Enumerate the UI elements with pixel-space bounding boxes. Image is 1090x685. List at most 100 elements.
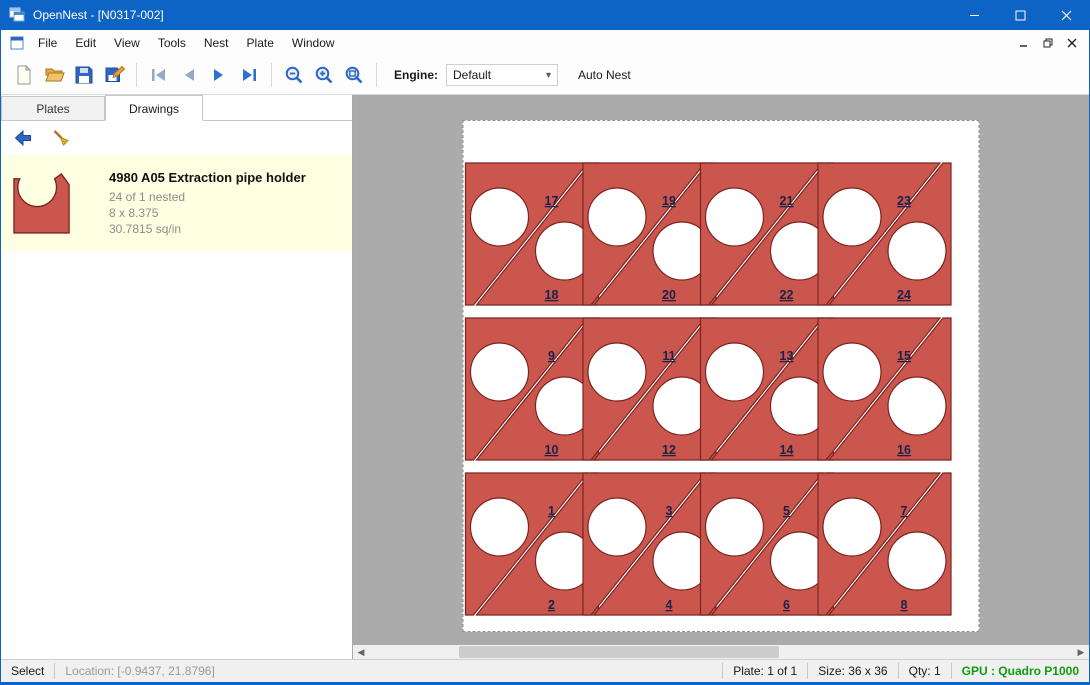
nest-part-label: 14 bbox=[780, 443, 794, 457]
nest-part-label: 22 bbox=[780, 288, 794, 302]
status-size: Size: 36 x 36 bbox=[808, 664, 897, 678]
nest-part-label: 15 bbox=[897, 349, 911, 363]
nest-part-label: 24 bbox=[897, 288, 911, 302]
chevron-down-icon: ▾ bbox=[546, 70, 551, 81]
tab-plates[interactable]: Plates bbox=[1, 96, 105, 120]
auto-nest-label[interactable]: Auto Nest bbox=[578, 68, 631, 82]
part-pipe-hole bbox=[588, 498, 646, 556]
menu-item-nest[interactable]: Nest bbox=[195, 30, 238, 56]
menubar: File Edit View Tools Nest Plate Window bbox=[1, 30, 1089, 56]
broom-icon bbox=[51, 128, 71, 148]
status-plate: Plate: 1 of 1 bbox=[723, 664, 807, 678]
toolbar-separator bbox=[376, 63, 377, 87]
drawings-toolbar bbox=[1, 121, 352, 155]
scroll-thumb[interactable] bbox=[459, 646, 779, 658]
save-button[interactable] bbox=[69, 60, 99, 90]
prev-plate-button[interactable] bbox=[174, 60, 204, 90]
horizontal-scrollbar[interactable]: ◀ ▶ bbox=[353, 645, 1089, 659]
close-button[interactable] bbox=[1043, 0, 1089, 30]
mdi-close-button[interactable] bbox=[1061, 33, 1083, 53]
menu-item-view[interactable]: View bbox=[105, 30, 149, 56]
next-plate-icon bbox=[209, 65, 229, 85]
mdi-minimize-button[interactable] bbox=[1013, 33, 1035, 53]
menu-item-edit[interactable]: Edit bbox=[66, 30, 105, 56]
nest-part-label: 16 bbox=[897, 443, 911, 457]
part-pipe-hole bbox=[588, 343, 646, 401]
prev-plate-icon bbox=[179, 65, 199, 85]
menu-item-window[interactable]: Window bbox=[283, 30, 344, 56]
scroll-right-button[interactable]: ▶ bbox=[1073, 645, 1089, 659]
new-file-icon bbox=[14, 65, 34, 85]
drawing-info: 4980 A05 Extraction pipe holder 24 of 1 … bbox=[109, 170, 344, 237]
maximize-button[interactable] bbox=[997, 0, 1043, 30]
mdi-restore-icon bbox=[1043, 38, 1053, 48]
status-qty: Qty: 1 bbox=[899, 664, 951, 678]
save-icon bbox=[74, 65, 94, 85]
part-pipe-hole bbox=[888, 377, 946, 435]
drawing-list-item[interactable]: 4980 A05 Extraction pipe holder 24 of 1 … bbox=[1, 155, 352, 251]
last-plate-button[interactable] bbox=[234, 60, 264, 90]
first-plate-button[interactable] bbox=[144, 60, 174, 90]
next-plate-button[interactable] bbox=[204, 60, 234, 90]
zoom-in-button[interactable] bbox=[309, 60, 339, 90]
new-button[interactable] bbox=[9, 60, 39, 90]
minimize-button[interactable] bbox=[951, 0, 997, 30]
scroll-left-button[interactable]: ◀ bbox=[353, 645, 369, 659]
nest-part-label: 3 bbox=[666, 504, 673, 518]
maximize-icon bbox=[1015, 10, 1026, 21]
zoom-fit-button[interactable] bbox=[339, 60, 369, 90]
nest-part-label: 12 bbox=[662, 443, 676, 457]
part-pipe-hole bbox=[471, 343, 529, 401]
part-pipe-hole bbox=[823, 498, 881, 556]
engine-select[interactable]: Default ▾ bbox=[446, 64, 558, 86]
drawing-nested-count: 24 of 1 nested bbox=[109, 189, 344, 205]
part-pipe-hole bbox=[706, 188, 764, 246]
nest-part-label: 2 bbox=[548, 598, 555, 612]
zoom-out-icon bbox=[284, 65, 304, 85]
main-body: Plates Drawings bbox=[1, 95, 1089, 659]
mdi-restore-button[interactable] bbox=[1037, 33, 1059, 53]
zoom-out-button[interactable] bbox=[279, 60, 309, 90]
last-plate-icon bbox=[239, 65, 259, 85]
menu-item-file[interactable]: File bbox=[29, 30, 66, 56]
menu-item-tools[interactable]: Tools bbox=[149, 30, 195, 56]
status-location: Location: [-0.9437, 21.8796] bbox=[55, 664, 224, 678]
nest-part-label: 4 bbox=[666, 598, 673, 612]
part-pipe-hole bbox=[888, 532, 946, 590]
save-edit-icon bbox=[104, 65, 125, 85]
part-pipe-hole bbox=[471, 498, 529, 556]
nest-part-label: 8 bbox=[901, 598, 908, 612]
drawing-thumbnail bbox=[9, 171, 109, 235]
window-title: OpenNest - [N0317-002] bbox=[33, 8, 164, 22]
nest-canvas[interactable]: 171819202122232491011121314151612345678 … bbox=[353, 95, 1089, 659]
nest-part-label: 6 bbox=[783, 598, 790, 612]
scroll-track[interactable] bbox=[369, 645, 1073, 659]
statusbar: Select Location: [-0.9437, 21.8796] Plat… bbox=[1, 659, 1089, 685]
save-edit-button[interactable] bbox=[99, 60, 129, 90]
engine-label: Engine: bbox=[394, 68, 438, 82]
engine-selected-value: Default bbox=[453, 68, 542, 82]
app-window: OpenNest - [N0317-002] File Edit View To… bbox=[0, 0, 1090, 685]
nest-part-label: 5 bbox=[783, 504, 790, 518]
clear-drawings-button[interactable] bbox=[47, 125, 75, 151]
menu-item-plate[interactable]: Plate bbox=[238, 30, 283, 56]
drawing-title: 4980 A05 Extraction pipe holder bbox=[109, 170, 344, 185]
toolbar-separator bbox=[136, 63, 137, 87]
part-pipe-hole bbox=[823, 188, 881, 246]
nest-part-label: 11 bbox=[662, 349, 675, 363]
import-arrow-icon bbox=[13, 128, 33, 148]
nest-part-label: 13 bbox=[780, 349, 794, 363]
open-button[interactable] bbox=[39, 60, 69, 90]
zoom-fit-icon bbox=[344, 65, 364, 85]
nest-part-label: 21 bbox=[780, 194, 794, 208]
tab-drawings[interactable]: Drawings bbox=[105, 95, 203, 121]
titlebar: OpenNest - [N0317-002] bbox=[1, 0, 1089, 30]
nest-part-label: 9 bbox=[548, 349, 555, 363]
part-pipe-hole bbox=[471, 188, 529, 246]
plate[interactable]: 171819202122232491011121314151612345678 bbox=[463, 120, 980, 632]
part-pipe-hole bbox=[588, 188, 646, 246]
import-drawing-button[interactable] bbox=[9, 125, 37, 151]
nest-part-label: 10 bbox=[545, 443, 559, 457]
nest-part-label: 20 bbox=[662, 288, 676, 302]
minimize-icon bbox=[969, 10, 980, 21]
